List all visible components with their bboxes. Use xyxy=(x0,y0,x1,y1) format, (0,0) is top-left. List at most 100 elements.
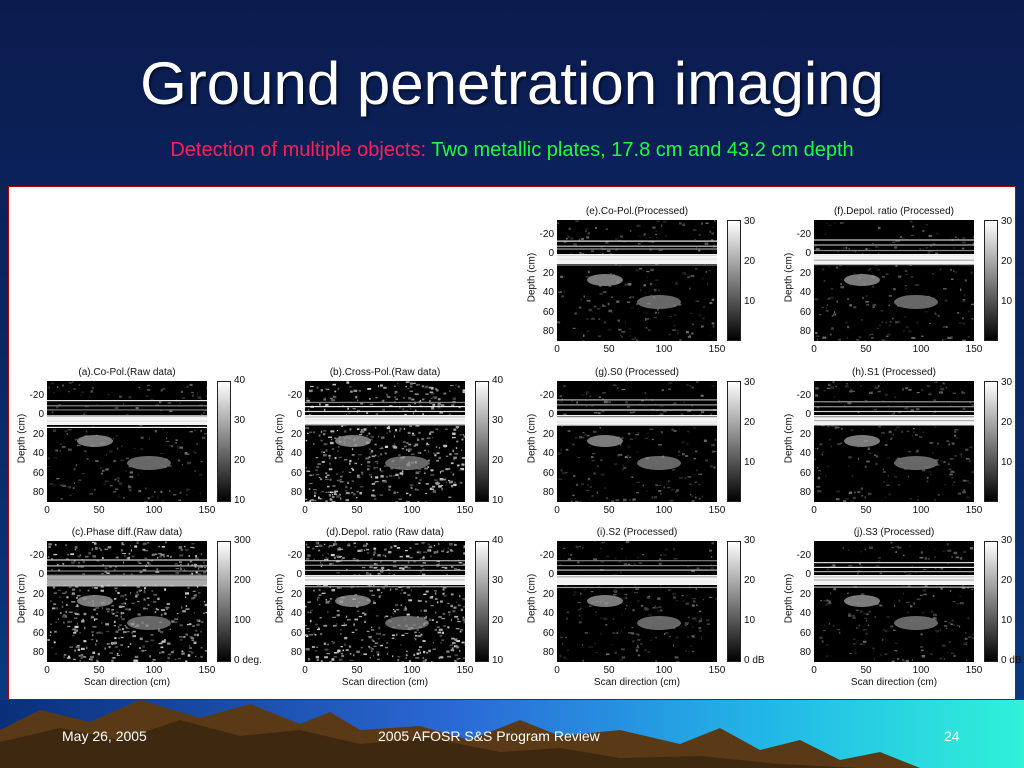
y-tick-label: 60 xyxy=(32,468,44,479)
x-tick-label: 100 xyxy=(145,665,163,676)
y-axis-label: Depth (cm) xyxy=(274,573,286,624)
radar-image xyxy=(557,381,717,502)
radar-image xyxy=(814,220,974,341)
colorbar-tick-label: 30 xyxy=(1001,535,1013,546)
y-tick-label: 40 xyxy=(542,448,554,459)
y-tick-label: 0 xyxy=(805,409,811,420)
y-tick-label: 80 xyxy=(542,647,554,658)
colorbar-tick-label: 20 xyxy=(492,455,504,466)
y-axis-label: Depth (cm) xyxy=(16,573,28,624)
x-tick-label: 150 xyxy=(708,665,726,676)
panel-title: (d).Depol. ratio (Raw data) xyxy=(326,527,444,538)
colorbar xyxy=(727,220,741,341)
y-tick-label: -20 xyxy=(539,390,554,401)
x-tick-label: 0 xyxy=(302,505,308,516)
y-tick-label: 60 xyxy=(542,468,554,479)
colorbar-tick-label: 30 xyxy=(234,415,246,426)
x-tick-label: 0 xyxy=(554,505,560,516)
x-tick-label: 50 xyxy=(860,344,872,355)
x-tick-label: 0 xyxy=(811,505,817,516)
y-tick-label: 80 xyxy=(290,647,302,658)
colorbar-tick-label: 10 xyxy=(744,457,756,468)
y-axis-label: Depth (cm) xyxy=(16,413,28,464)
radar-image xyxy=(305,381,465,502)
x-tick-label: 150 xyxy=(708,505,726,516)
y-tick-label: 0 xyxy=(548,409,554,420)
x-tick-label: 150 xyxy=(198,665,216,676)
y-tick-label: 60 xyxy=(290,628,302,639)
colorbar-tick-label: 10 xyxy=(492,495,504,506)
x-axis-label: Scan direction (cm) xyxy=(593,677,681,688)
colorbar-tick-label: 10 xyxy=(1001,615,1013,626)
colorbar-tick-label: 20 xyxy=(744,256,756,267)
radar-image xyxy=(557,541,717,662)
y-tick-label: 80 xyxy=(542,487,554,498)
y-tick-label: 20 xyxy=(799,429,811,440)
radar-image xyxy=(305,541,465,662)
y-tick-label: 20 xyxy=(32,429,44,440)
colorbar-tick-label: 300 xyxy=(234,535,251,546)
x-tick-label: 100 xyxy=(655,344,673,355)
slide-subtitle: Detection of multiple objects: Two metal… xyxy=(0,136,1024,164)
x-tick-label: 150 xyxy=(456,505,474,516)
y-tick-label: 40 xyxy=(290,448,302,459)
y-tick-label: 40 xyxy=(542,608,554,619)
radar-image xyxy=(557,220,717,341)
colorbar xyxy=(727,541,741,662)
colorbar-tick-label: 20 xyxy=(1001,417,1013,428)
panel-title: (b).Cross-Pol.(Raw data) xyxy=(329,367,441,378)
colorbar-tick-label: 40 xyxy=(234,375,246,386)
figure-panel: (a).Co-Pol.(Raw data) -20 0 20 40 60 80 Depth (… xyxy=(8,186,1022,700)
colorbar-tick-label: 20 xyxy=(744,575,756,586)
y-tick-label: 0 xyxy=(296,569,302,580)
colorbar-tick-label: 200 xyxy=(234,575,251,586)
y-tick-label: 80 xyxy=(32,647,44,658)
x-tick-label: 50 xyxy=(603,344,615,355)
x-axis-label: Scan direction (cm) xyxy=(83,677,171,688)
y-axis-label: Depth (cm) xyxy=(526,413,538,464)
colorbar-tick-label: 10 xyxy=(492,655,504,666)
y-tick-label: 60 xyxy=(290,468,302,479)
y-tick-label: 80 xyxy=(542,326,554,337)
y-tick-label: 80 xyxy=(799,326,811,337)
x-tick-label: 150 xyxy=(965,344,983,355)
subtitle-green-text: Two metallic plates, 17.8 cm and 43.2 cm… xyxy=(431,139,854,161)
x-tick-label: 0 xyxy=(811,344,817,355)
colorbar-tick-label: 20 xyxy=(234,455,246,466)
panel-title: (a).Co-Pol.(Raw data) xyxy=(78,367,176,378)
y-tick-label: 40 xyxy=(32,608,44,619)
y-tick-label: -20 xyxy=(287,550,302,561)
x-tick-label: 50 xyxy=(603,665,615,676)
y-tick-label: 0 xyxy=(38,569,44,580)
x-tick-label: 0 xyxy=(811,665,817,676)
x-tick-label: 150 xyxy=(965,665,983,676)
y-tick-label: 20 xyxy=(799,589,811,600)
colorbar-tick-label: 0 dB xyxy=(744,655,765,666)
colorbar-tick-label: 30 xyxy=(744,535,756,546)
subtitle-red-text: Detection of multiple objects: xyxy=(170,139,427,161)
colorbar xyxy=(217,381,231,502)
panel-title: (c).Phase diff.(Raw data) xyxy=(71,527,183,538)
x-tick-label: 50 xyxy=(860,505,872,516)
y-tick-label: 60 xyxy=(542,307,554,318)
colorbar-tick-label: 30 xyxy=(1001,216,1013,227)
y-tick-label: 40 xyxy=(542,287,554,298)
footer-page-number: 24 xyxy=(944,728,960,744)
x-tick-label: 150 xyxy=(198,505,216,516)
y-tick-label: 0 xyxy=(296,409,302,420)
colorbar-tick-label: 20 xyxy=(492,615,504,626)
colorbar-tick-label: 10 xyxy=(744,296,756,307)
x-tick-label: 100 xyxy=(912,505,930,516)
y-tick-label: 40 xyxy=(32,448,44,459)
slide-title: Ground penetration imaging xyxy=(140,50,884,117)
colorbar-tick-label: 10 xyxy=(234,495,246,506)
panel-title: (j).S3 (Processed) xyxy=(853,527,935,538)
y-tick-label: 20 xyxy=(290,429,302,440)
panel-title: (g).S0 (Processed) xyxy=(595,367,679,378)
colorbar xyxy=(475,381,489,502)
y-tick-label: 20 xyxy=(542,589,554,600)
colorbar-tick-label: 100 xyxy=(234,615,251,626)
colorbar xyxy=(984,220,998,341)
colorbar-tick-label: 30 xyxy=(492,415,504,426)
y-tick-label: -20 xyxy=(29,550,44,561)
